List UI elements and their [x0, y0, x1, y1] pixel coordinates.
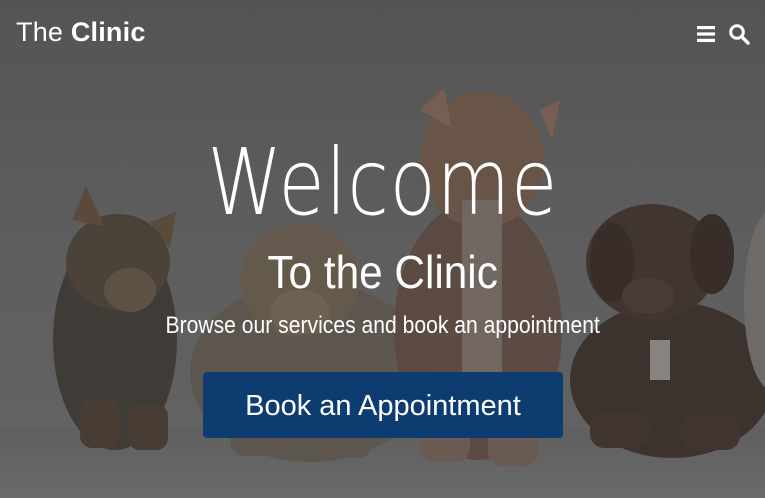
brand-light-text: The: [16, 17, 64, 47]
search-icon[interactable]: [727, 22, 751, 46]
book-appointment-button[interactable]: Book an Appointment: [203, 372, 563, 438]
hamburger-menu-icon[interactable]: [695, 22, 719, 46]
brand-logo[interactable]: The Clinic: [16, 17, 146, 48]
top-navbar: The Clinic: [0, 0, 765, 66]
nav-icons: [695, 22, 751, 46]
hero-subtitle: To the Clinic: [267, 246, 498, 298]
brand-bold-text: Clinic: [70, 17, 146, 47]
hero-section: The Clinic Welcome To the Clinic Browse …: [0, 0, 765, 498]
hero-title: Welcome: [207, 129, 559, 236]
hero-tagline: Browse our services and book an appointm…: [165, 312, 600, 339]
